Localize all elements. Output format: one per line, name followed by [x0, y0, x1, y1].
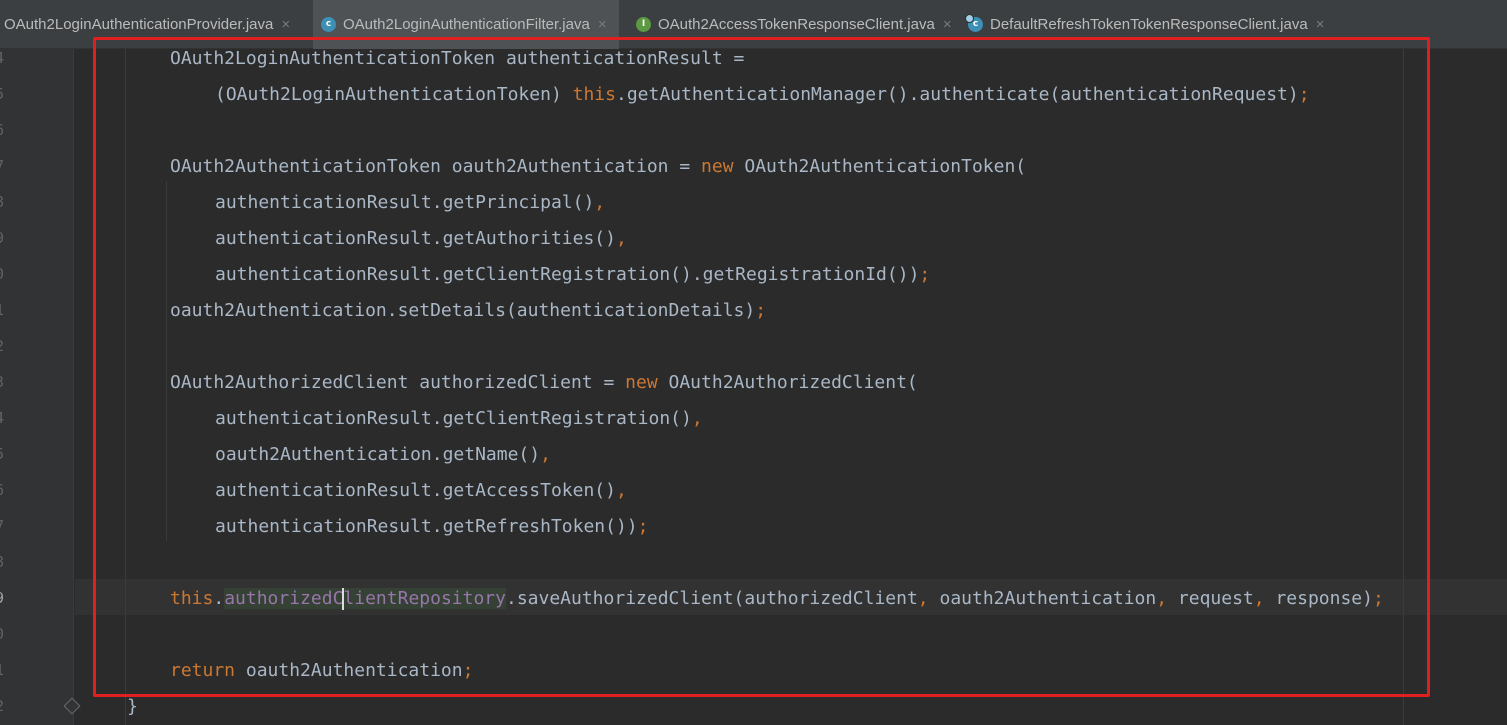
code-line: oauth2Authentication.getName(), — [215, 444, 551, 465]
java-class-icon: c — [965, 14, 983, 32]
tab-label: OAuth2AccessTokenResponseClient.java — [658, 16, 935, 33]
line-number: 1 — [0, 661, 4, 679]
tab-label: OAuth2LoginAuthenticationProvider.java — [4, 16, 274, 33]
close-icon[interactable]: × — [598, 16, 607, 33]
close-icon[interactable]: × — [1316, 16, 1325, 33]
close-icon[interactable]: × — [281, 16, 290, 33]
code-line: authenticationResult.getRefreshToken()); — [215, 516, 649, 537]
line-number-gutter[interactable]: 4 5 6 7 8 9 0 1 2 3 4 5 6 7 8 9 0 1 2 — [0, 49, 74, 725]
code-line: authenticationResult.getClientRegistrati… — [215, 264, 931, 285]
code-line: OAuth2AuthorizedClient authorizedClient … — [170, 372, 918, 393]
close-icon[interactable]: × — [943, 16, 952, 33]
tab-label: DefaultRefreshTokenTokenResponseClient.j… — [990, 16, 1308, 33]
tab-default-refresh-token-token-response-client[interactable]: c DefaultRefreshTokenTokenResponseClient… — [965, 0, 1325, 49]
line-number: 2 — [0, 337, 4, 355]
code-line: return oauth2Authentication; — [170, 660, 474, 681]
line-number: 9 — [0, 229, 4, 247]
line-number: 3 — [0, 373, 4, 391]
right-margin-guide — [1403, 49, 1404, 725]
tab-label: OAuth2LoginAuthenticationFilter.java — [343, 16, 590, 33]
code-line: authenticationResult.getAuthorities(), — [215, 228, 627, 249]
code-line: authenticationResult.getClientRegistrati… — [215, 408, 703, 429]
code-line: oauth2Authentication.setDetails(authenti… — [170, 300, 767, 321]
line-number: 6 — [0, 121, 4, 139]
line-number: 5 — [0, 85, 4, 103]
line-number: 4 — [0, 409, 4, 427]
line-number: 5 — [0, 445, 4, 463]
indent-guide — [125, 49, 126, 725]
line-number: 7 — [0, 157, 4, 175]
line-number: 8 — [0, 193, 4, 211]
line-number: 0 — [0, 625, 4, 643]
line-number: 2 — [0, 697, 4, 715]
code-line: } — [127, 696, 138, 717]
code-line: authenticationResult.getAccessToken(), — [215, 480, 627, 501]
code-editor[interactable]: OAuth2LoginAuthenticationToken authentic… — [75, 48, 1507, 725]
code-line-current: this.authorizedClientRepository.saveAuth… — [170, 588, 1384, 610]
code-line: (OAuth2LoginAuthenticationToken) this.ge… — [215, 84, 1310, 105]
java-interface-icon: I — [636, 17, 651, 32]
line-number: 0 — [0, 265, 4, 283]
line-number: 7 — [0, 517, 4, 535]
indent-guide — [166, 181, 167, 541]
code-line: authenticationResult.getPrincipal(), — [215, 192, 606, 213]
field-usage-highlight: authorizedClientRepository — [224, 588, 506, 610]
line-number: 8 — [0, 553, 4, 571]
line-number: 4 — [0, 49, 4, 67]
code-line: OAuth2LoginAuthenticationToken authentic… — [170, 48, 745, 69]
line-number: 1 — [0, 301, 4, 319]
line-number: 6 — [0, 481, 4, 499]
code-line: OAuth2AuthenticationToken oauth2Authenti… — [170, 156, 1027, 177]
line-number-current: 9 — [0, 589, 4, 607]
java-class-icon: c — [321, 17, 336, 32]
